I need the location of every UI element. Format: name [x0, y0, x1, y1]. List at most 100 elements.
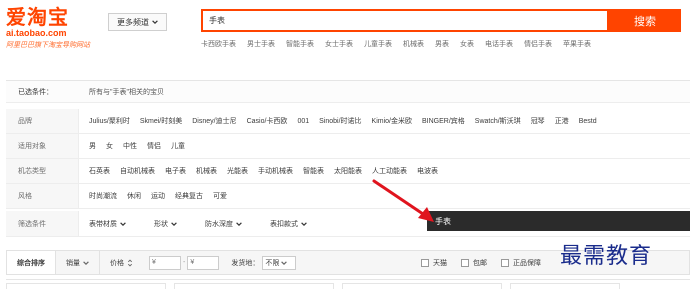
hot-word[interactable]: 机械表 — [403, 40, 424, 50]
price-to-input[interactable] — [187, 255, 220, 270]
brand-option[interactable]: Swatch/斯沃琪 — [475, 116, 521, 126]
movement-option[interactable]: 电子表 — [165, 166, 186, 176]
sort-default-button[interactable]: 综合排序 — [7, 251, 56, 274]
brand-option[interactable]: Skmei/时刻美 — [140, 116, 182, 126]
style-option[interactable]: 经典复古 — [175, 191, 203, 201]
brand-filter-label: 品牌 — [6, 109, 79, 133]
brand-option[interactable]: Bestd — [579, 118, 597, 125]
strap-material-dropdown[interactable]: 表带材质 — [89, 219, 126, 229]
water-resistance-dropdown[interactable]: 防水深度 — [205, 219, 242, 229]
style-option[interactable]: 运动 — [151, 191, 165, 201]
brand-options: Julius/聚利时 Skmei/时刻美 Disney/迪士尼 Casio/卡西… — [79, 109, 690, 133]
brand-filter-row: 品牌 Julius/聚利时 Skmei/时刻美 Disney/迪士尼 Casio… — [6, 109, 690, 134]
tmall-checkbox[interactable]: 天猫 — [421, 258, 447, 268]
hot-word[interactable]: 男表 — [435, 40, 449, 50]
result-card[interactable] — [6, 283, 166, 289]
selected-conditions-text: 所有与"手表"相关的宝贝 — [89, 88, 164, 96]
chevron-down-icon — [301, 221, 307, 226]
clasp-style-label: 表扣款式 — [270, 220, 298, 228]
price-from-input[interactable] — [149, 255, 181, 270]
site-logo[interactable]: 爱淘宝 ai.taobao.com 阿里巴巴旗下淘宝导购网站 — [6, 7, 90, 50]
logo-slogan: 阿里巴巴旗下淘宝导购网站 — [6, 41, 90, 49]
hot-word[interactable]: 智能手表 — [286, 40, 314, 50]
hot-word[interactable]: 苹果手表 — [563, 40, 591, 50]
target-option[interactable]: 中性 — [123, 141, 137, 151]
target-option[interactable]: 情侣 — [147, 141, 161, 151]
selected-conditions-values: 所有与"手表"相关的宝贝 — [79, 81, 690, 102]
checkbox-box[interactable] — [461, 258, 469, 267]
brand-option[interactable]: Disney/迪士尼 — [192, 116, 236, 126]
checkbox-box[interactable] — [421, 258, 429, 267]
result-card[interactable] — [510, 283, 620, 289]
free-shipping-checkbox[interactable]: 包邮 — [461, 258, 487, 268]
brand-option[interactable]: Kimio/金米欧 — [372, 116, 412, 126]
movement-filter-label: 机芯类型 — [6, 159, 79, 183]
movement-option[interactable]: 光能表 — [227, 166, 248, 176]
price-range: - — [143, 255, 220, 270]
genuine-guarantee-checkbox[interactable]: 正品保障 — [501, 258, 541, 268]
chevron-down-icon — [152, 20, 158, 25]
ship-from-select[interactable]: 不限 — [262, 255, 297, 270]
search-button[interactable]: 搜索 — [609, 9, 681, 32]
movement-option[interactable]: 太阳能表 — [334, 166, 362, 176]
target-options: 男 女 中性 情侣 儿童 — [79, 134, 690, 158]
watermark-text: 最需教育 — [560, 244, 653, 269]
hot-word[interactable]: 情侣手表 — [524, 40, 552, 50]
movement-filter-row: 机芯类型 石英表 自动机械表 电子表 机械表 光能表 手动机械表 智能表 太阳能… — [6, 159, 690, 184]
shape-label: 形状 — [154, 220, 168, 228]
hot-word[interactable]: 电话手表 — [485, 40, 513, 50]
style-option[interactable]: 休闲 — [127, 191, 141, 201]
header: 爱淘宝 ai.taobao.com 阿里巴巴旗下淘宝导购网站 更多频道 搜索 卡… — [0, 0, 690, 70]
result-card[interactable] — [174, 283, 334, 289]
hot-word[interactable]: 女表 — [460, 40, 474, 50]
search-input[interactable] — [203, 11, 607, 30]
hot-word[interactable]: 卡西欧手表 — [201, 40, 236, 50]
brand-option[interactable]: 冠琴 — [531, 116, 545, 126]
more-channels-dropdown[interactable]: 更多频道 — [108, 13, 167, 31]
movement-option[interactable]: 智能表 — [303, 166, 324, 176]
more-channels-label: 更多频道 — [117, 17, 149, 27]
style-option[interactable]: 可爱 — [213, 191, 227, 201]
style-filter-label: 风格 — [6, 184, 79, 208]
brand-option[interactable]: Sinobi/时诺比 — [319, 116, 361, 126]
ship-from-value: 不限 — [265, 259, 280, 267]
shape-dropdown[interactable]: 形状 — [154, 219, 177, 229]
movement-option[interactable]: 机械表 — [196, 166, 217, 176]
hot-word[interactable]: 男士手表 — [247, 40, 275, 50]
movement-option[interactable]: 人工动能表 — [372, 166, 407, 176]
brand-option[interactable]: BINGER/宾格 — [422, 116, 465, 126]
movement-option[interactable]: 石英表 — [89, 166, 110, 176]
hot-word[interactable]: 儿童手表 — [364, 40, 392, 50]
target-option[interactable]: 女 — [106, 141, 113, 151]
logo-domain: ai.taobao.com — [6, 28, 67, 38]
brand-option[interactable]: Casio/卡西欧 — [247, 116, 288, 126]
target-filter-label: 适用对象 — [6, 134, 79, 158]
brand-option[interactable]: 001 — [297, 118, 309, 125]
result-grid — [6, 279, 690, 289]
style-filter-row: 风格 时尚潮流 休闲 运动 经典复古 可爱 — [6, 184, 690, 209]
brand-option[interactable]: 正港 — [555, 116, 569, 126]
movement-option[interactable]: 自动机械表 — [120, 166, 155, 176]
target-option[interactable]: 儿童 — [171, 141, 185, 151]
checkbox-box[interactable] — [501, 258, 509, 267]
result-card[interactable] — [342, 283, 502, 289]
brand-option[interactable]: Julius/聚利时 — [89, 116, 130, 126]
sort-price-button[interactable]: 价格 — [100, 251, 143, 274]
genuine-guarantee-label: 正品保障 — [513, 259, 541, 267]
price-range-dash: - — [183, 259, 186, 266]
hot-word[interactable]: 女士手表 — [325, 40, 353, 50]
target-option[interactable]: 男 — [89, 141, 96, 151]
movement-option[interactable]: 电波表 — [417, 166, 438, 176]
free-shipping-label: 包邮 — [473, 259, 487, 267]
chevron-down-icon — [120, 221, 126, 226]
clasp-style-dropdown[interactable]: 表扣款式 — [270, 219, 307, 229]
chevron-down-icon — [236, 221, 242, 226]
search-suggestion-tooltip[interactable]: 手表 — [427, 211, 690, 231]
ship-from-label: 发货地： — [231, 259, 260, 267]
sort-updown-icon — [127, 258, 133, 267]
movement-option[interactable]: 手动机械表 — [258, 166, 293, 176]
selected-conditions-label: 已选条件： — [6, 81, 79, 102]
style-option[interactable]: 时尚潮流 — [89, 191, 117, 201]
sort-sales-button[interactable]: 销量 — [56, 251, 100, 274]
search-box — [201, 9, 609, 32]
